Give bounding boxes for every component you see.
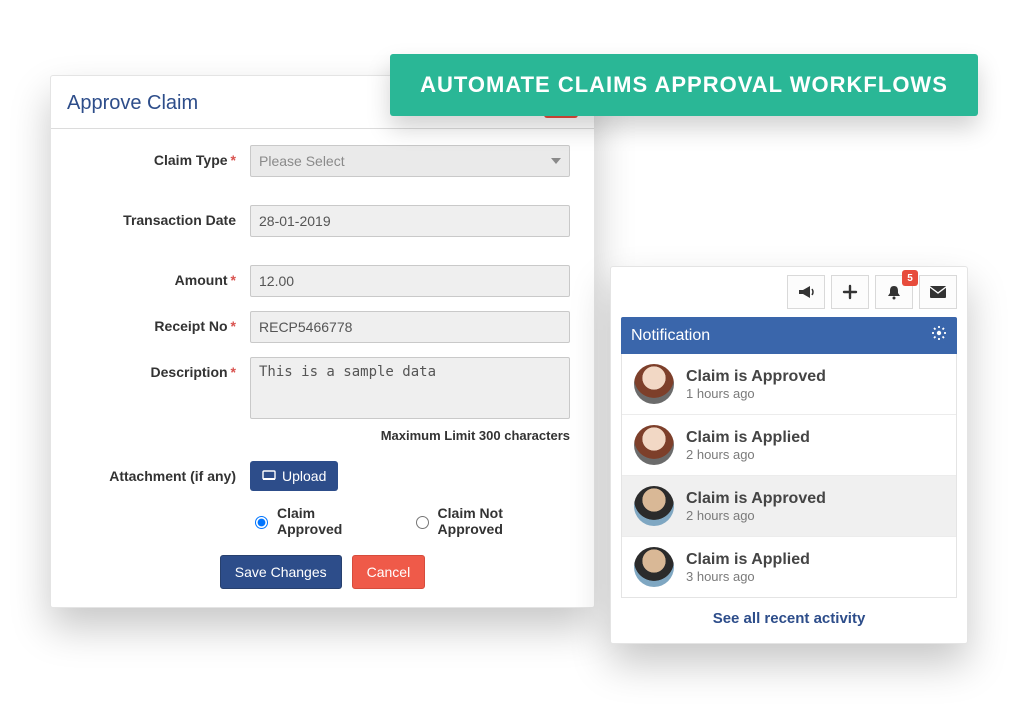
messages-button[interactable]	[919, 275, 957, 309]
plus-icon	[842, 284, 858, 300]
gear-icon[interactable]	[931, 325, 947, 346]
see-all-link[interactable]: See all recent activity	[621, 598, 957, 629]
label-amount: Amount*	[75, 265, 250, 288]
row-description: Description* Maximum Limit 300 character…	[75, 357, 570, 443]
notification-item-time: 2 hours ago	[686, 447, 810, 462]
row-transaction-date: Transaction Date	[75, 205, 570, 237]
receipt-no-input[interactable]	[250, 311, 570, 343]
label-transaction-date: Transaction Date	[75, 205, 250, 228]
label-attachment: Attachment (if any)	[75, 461, 250, 484]
upload-button[interactable]: Upload	[250, 461, 338, 491]
upload-label: Upload	[282, 468, 326, 484]
notification-list: Claim is Approved1 hours agoClaim is App…	[621, 354, 957, 598]
banner-text: AUTOMATE CLAIMS APPROVAL WORKFLOWS	[420, 72, 948, 98]
required-asterisk: *	[231, 152, 236, 168]
add-button[interactable]	[831, 275, 869, 309]
required-asterisk: *	[231, 364, 236, 380]
description-textarea[interactable]	[250, 357, 570, 419]
radio-claim-approved-input[interactable]	[255, 516, 268, 529]
approve-claim-modal: Approve Claim Claim Type* Please Select …	[50, 75, 595, 608]
bell-icon	[886, 284, 902, 300]
save-button[interactable]: Save Changes	[220, 555, 342, 589]
radio-claim-not-approved[interactable]: Claim Not Approved	[411, 505, 570, 537]
avatar	[634, 486, 674, 526]
notifications-button[interactable]: 5	[875, 275, 913, 309]
avatar	[634, 425, 674, 465]
amount-input[interactable]	[250, 265, 570, 297]
label-claim-type: Claim Type*	[75, 145, 250, 168]
row-receipt-no: Receipt No*	[75, 311, 570, 343]
notification-item-time: 2 hours ago	[686, 508, 826, 523]
avatar	[634, 364, 674, 404]
notification-item-time: 1 hours ago	[686, 386, 826, 401]
required-asterisk: *	[231, 272, 236, 288]
notification-item-title: Claim is Approved	[686, 368, 826, 386]
envelope-icon	[929, 285, 947, 299]
row-amount: Amount*	[75, 265, 570, 297]
approval-radios: Claim Approved Claim Not Approved	[250, 505, 570, 537]
notification-panel: 5 Notification Claim is Approved1 hours …	[610, 266, 968, 644]
banner: AUTOMATE CLAIMS APPROVAL WORKFLOWS	[390, 54, 978, 116]
modal-footer: Save Changes Cancel	[75, 555, 570, 589]
description-helper: Maximum Limit 300 characters	[250, 428, 570, 443]
transaction-date-input[interactable]	[250, 205, 570, 237]
required-asterisk: *	[231, 318, 236, 334]
notification-header: Notification	[621, 317, 957, 354]
toolbar-icons: 5	[621, 275, 957, 309]
notification-item[interactable]: Claim is Applied2 hours ago	[622, 415, 956, 476]
megaphone-icon	[797, 284, 815, 300]
radio-claim-not-approved-input[interactable]	[416, 516, 429, 529]
avatar	[634, 547, 674, 587]
radio-claim-approved[interactable]: Claim Approved	[250, 505, 383, 537]
notification-badge: 5	[902, 270, 918, 286]
label-receipt-no: Receipt No*	[75, 311, 250, 334]
cancel-button[interactable]: Cancel	[352, 555, 426, 589]
notification-item-time: 3 hours ago	[686, 569, 810, 584]
notification-item-title: Claim is Approved	[686, 490, 826, 508]
announcement-button[interactable]	[787, 275, 825, 309]
label-description: Description*	[75, 357, 250, 380]
chevron-down-icon	[551, 158, 561, 164]
notification-item-title: Claim is Applied	[686, 429, 810, 447]
row-attachment: Attachment (if any) Upload Claim Approve…	[75, 461, 570, 537]
notification-item[interactable]: Claim is Approved2 hours ago	[622, 476, 956, 537]
notification-item[interactable]: Claim is Applied3 hours ago	[622, 537, 956, 597]
notification-item-title: Claim is Applied	[686, 551, 810, 569]
modal-title: Approve Claim	[67, 92, 198, 115]
notification-item[interactable]: Claim is Approved1 hours ago	[622, 354, 956, 415]
notification-title: Notification	[631, 327, 710, 345]
claim-type-select[interactable]: Please Select	[250, 145, 570, 177]
claim-type-placeholder: Please Select	[259, 153, 345, 169]
upload-icon	[262, 468, 276, 484]
row-claim-type: Claim Type* Please Select	[75, 145, 570, 177]
claim-form: Claim Type* Please Select Transaction Da…	[51, 129, 594, 589]
